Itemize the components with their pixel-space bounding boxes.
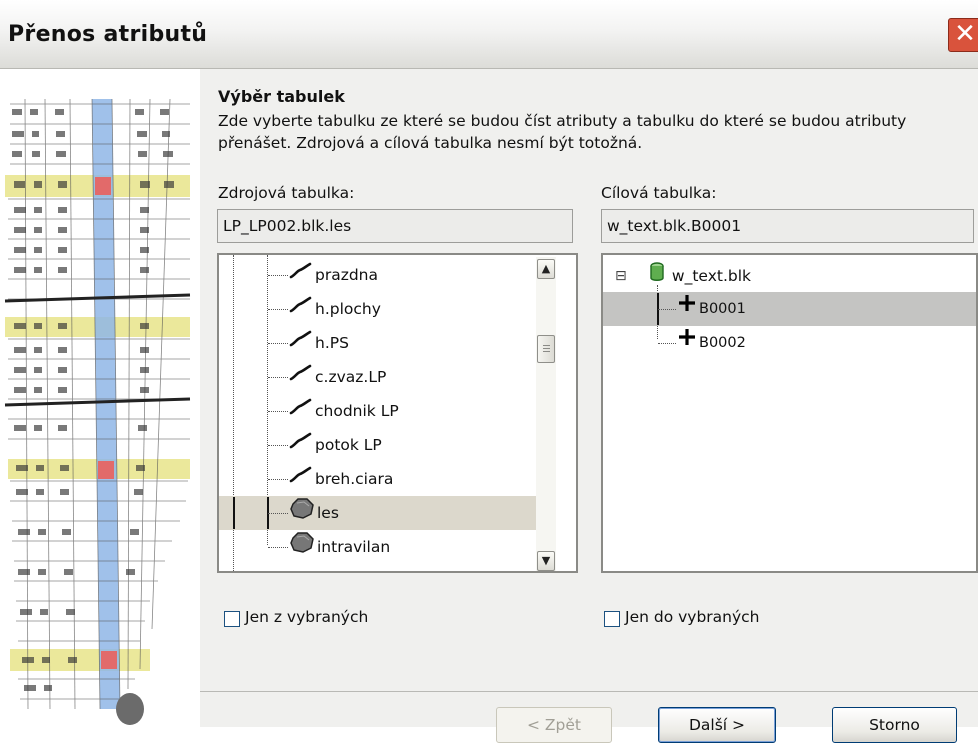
source-only-selected-label: Jen z vybraných — [245, 608, 369, 626]
point-layer-icon — [677, 293, 697, 325]
tree-branch-line — [268, 513, 288, 514]
line-layer-icon — [289, 362, 313, 394]
tree-branch-line — [268, 445, 288, 446]
button-separator — [200, 691, 978, 692]
target-only-selected-checkbox[interactable] — [604, 611, 620, 627]
next-button[interactable]: Další > — [658, 707, 776, 743]
scroll-down-icon: ▼ — [541, 554, 551, 567]
line-layer-icon — [289, 464, 313, 496]
tree-item-label: c.zvaz.LP — [315, 368, 387, 386]
tree-item-label: B0001 — [699, 301, 746, 317]
tree-item-label: h.PS — [315, 334, 349, 352]
source-tree-item[interactable]: prazdna — [289, 259, 378, 291]
scroll-up-icon: ▲ — [541, 262, 551, 275]
source-tree-item[interactable]: h.plochy — [289, 293, 381, 325]
tree-branch-line — [268, 275, 288, 276]
tree-item-label: h.plochy — [315, 300, 381, 318]
target-tree-item[interactable]: B0002 — [677, 327, 746, 359]
title-bar: Přenos atributů ✕ — [0, 0, 978, 69]
tree-item-label: w_text.blk — [667, 267, 751, 285]
tree-item-label: prazdna — [315, 266, 379, 284]
tree-branch-line — [268, 309, 288, 310]
source-tree-item[interactable]: les — [289, 497, 339, 529]
tree-branch-line — [658, 343, 676, 344]
line-layer-icon — [289, 294, 313, 326]
page-description: Zde vyberte tabulku ze které se budou čí… — [218, 112, 907, 152]
line-layer-icon — [289, 328, 313, 360]
tree-item-label: les — [317, 504, 339, 522]
tree-guide-line — [233, 497, 235, 529]
tree-item-label: potok LP — [315, 436, 382, 454]
line-layer-icon — [289, 430, 313, 462]
source-tree[interactable]: ▲ ▼ prazdna h.plochy h.PS c.zvaz.LP chodnik … — [217, 253, 578, 573]
tree-branch-line — [268, 479, 288, 480]
tree-item-label: chodnik LP — [315, 402, 399, 420]
source-scrollbar[interactable]: ▲ ▼ — [536, 257, 556, 571]
point-layer-icon — [677, 327, 697, 359]
tree-item-label: B0002 — [699, 335, 746, 351]
back-button[interactable]: < Zpět — [496, 707, 612, 743]
source-tree-item[interactable]: c.zvaz.LP — [289, 361, 386, 393]
source-only-selected-checkbox[interactable] — [224, 611, 240, 627]
tree-item-label: intravilan — [317, 538, 391, 556]
line-layer-icon — [289, 396, 313, 428]
target-table-label: Cílová tabulka: — [601, 184, 717, 202]
target-tree-root[interactable]: w_text.blk — [649, 260, 751, 292]
wizard-content: Výběr tabulek Zde vyberte tabulku ze kte… — [200, 69, 978, 743]
collapse-icon[interactable]: ⊟ — [615, 260, 627, 292]
close-icon: ✕ — [954, 19, 976, 49]
tree-item-label: breh.ciara — [315, 470, 394, 488]
tree-branch-line — [268, 343, 288, 344]
target-tree[interactable]: ⊟ w_text.blk B0001 B0002 — [601, 253, 978, 573]
scroll-thumb[interactable] — [537, 335, 555, 363]
source-tree-item[interactable]: chodnik LP — [289, 395, 399, 427]
window-title: Přenos atributů — [8, 22, 208, 47]
source-tree-item[interactable]: intravilan — [289, 531, 390, 563]
polygon-layer-icon — [289, 531, 315, 564]
tree-branch-line — [658, 309, 676, 310]
scroll-down-button[interactable]: ▼ — [537, 551, 555, 571]
source-tree-item[interactable]: breh.ciara — [289, 463, 393, 495]
source-table-field: LP_LP002.blk.les — [217, 209, 573, 243]
tree-branch-line — [268, 377, 288, 378]
line-layer-icon — [289, 260, 313, 292]
tree-branch-line — [268, 547, 288, 548]
target-table-field: w_text.blk.B0001 — [601, 209, 974, 243]
wizard-side-image — [0, 69, 195, 727]
scroll-up-button[interactable]: ▲ — [537, 259, 555, 279]
source-table-label: Zdrojová tabulka: — [218, 184, 355, 202]
target-tree-item[interactable]: B0001 — [677, 293, 746, 325]
page-heading: Výběr tabulek — [218, 87, 345, 106]
tree-branch-line — [268, 411, 288, 412]
source-tree-item[interactable]: potok LP — [289, 429, 382, 461]
close-button[interactable]: ✕ — [948, 18, 978, 52]
source-tree-item[interactable]: h.PS — [289, 327, 349, 359]
cancel-button[interactable]: Storno — [832, 707, 957, 743]
target-only-selected-label: Jen do vybraných — [625, 608, 760, 626]
polygon-layer-icon — [289, 497, 315, 530]
